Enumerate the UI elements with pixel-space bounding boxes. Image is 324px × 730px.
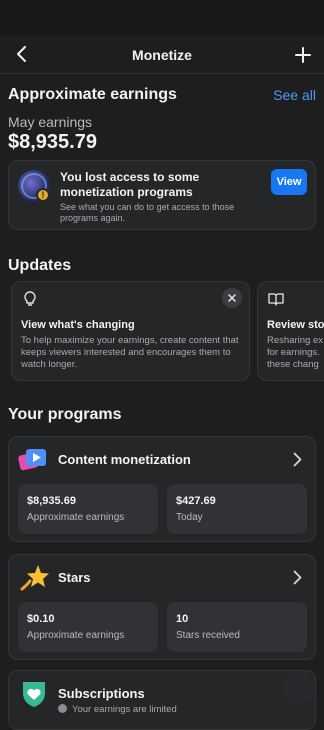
stat-stars-received[interactable]: 10 Stars received <box>167 602 307 652</box>
see-all-link[interactable]: See all <box>273 87 316 103</box>
stat-label: Approximate earnings <box>27 512 125 523</box>
program-name: Stars <box>58 570 91 585</box>
month-earnings-amount: $8,935.79 <box>8 131 97 153</box>
close-icon[interactable] <box>222 288 242 308</box>
monetization-alert-card[interactable]: ! You lost access to some monetization p… <box>8 160 316 230</box>
program-name: Content monetization <box>58 452 191 467</box>
subscriptions-note: Your earnings are limited <box>58 704 177 715</box>
book-icon <box>267 290 285 308</box>
program-card-content-monetization[interactable]: Content monetization $8,935.69 Approxima… <box>8 436 316 542</box>
stat-today[interactable]: $427.69 Today <box>167 484 307 534</box>
updates-section-title: Updates <box>8 257 72 274</box>
program-name: Subscriptions <box>58 686 145 701</box>
star-icon <box>18 563 50 593</box>
view-button[interactable]: View <box>271 169 307 195</box>
warning-icon: ! <box>36 188 50 202</box>
lightbulb-icon <box>21 290 39 308</box>
chevron-right-icon[interactable] <box>289 449 305 469</box>
alert-subtitle: See what you can do to get access to tho… <box>60 202 235 223</box>
program-card-stars[interactable]: Stars $0.10 Approximate earnings 10 Star… <box>8 554 316 660</box>
update-card-title: Review sto <box>267 319 324 331</box>
update-card-body: Resharing ex for earnings. these chang <box>267 335 323 370</box>
subscriptions-shield-icon <box>18 679 50 709</box>
update-card[interactable]: Review sto Resharing ex for earnings. th… <box>257 281 324 381</box>
stat-value: 10 <box>176 613 189 625</box>
stat-label: Today <box>176 512 203 523</box>
content-monetization-icon <box>18 445 50 475</box>
stat-approximate-earnings[interactable]: $0.10 Approximate earnings <box>18 602 158 652</box>
stat-label: Stars received <box>176 630 240 641</box>
alert-title: You lost access to some monetization pro… <box>60 170 200 199</box>
floating-action-button[interactable] <box>282 672 314 704</box>
stat-value: $8,935.69 <box>27 495 76 507</box>
stat-approximate-earnings[interactable]: $8,935.69 Approximate earnings <box>18 484 158 534</box>
stat-label: Approximate earnings <box>27 630 125 641</box>
info-icon <box>58 704 67 713</box>
page-title: Monetize <box>132 46 192 63</box>
stat-value: $427.69 <box>176 495 216 507</box>
status-bar <box>0 0 324 36</box>
chevron-right-icon[interactable] <box>289 567 305 587</box>
programs-section-title: Your programs <box>8 406 122 423</box>
update-card-title: View what's changing <box>21 319 135 331</box>
month-earnings-label: May earnings <box>8 114 93 130</box>
earnings-section-title: Approximate earnings <box>8 86 177 103</box>
update-card-body: To help maximize your earnings, create c… <box>21 335 239 370</box>
plus-icon[interactable] <box>290 42 316 68</box>
chevron-left-icon[interactable] <box>10 42 34 66</box>
stat-value: $0.10 <box>27 613 55 625</box>
program-card-subscriptions[interactable]: Subscriptions Your earnings are limited <box>8 670 316 730</box>
top-app-bar: Monetize <box>0 36 324 74</box>
update-card[interactable]: View what's changing To help maximize yo… <box>11 281 250 381</box>
